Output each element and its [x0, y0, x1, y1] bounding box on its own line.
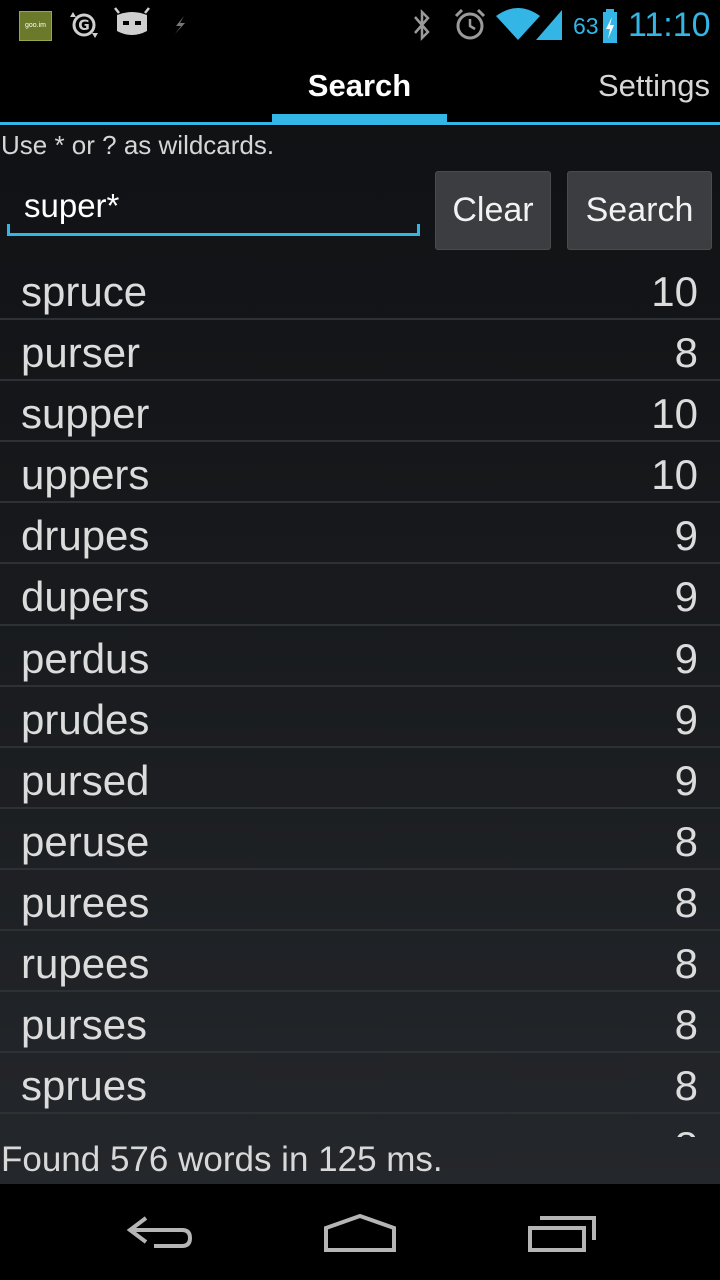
signal-icon — [536, 10, 562, 40]
search-button[interactable]: Search — [567, 171, 712, 250]
result-score: 10 — [651, 390, 698, 438]
result-score: 10 — [651, 268, 698, 315]
result-score: 8 — [674, 1062, 698, 1110]
result-word: prudes — [21, 695, 150, 743]
list-item[interactable]: purses 8 — [0, 992, 720, 1054]
tab-settings[interactable]: Settings — [598, 68, 710, 104]
tab-bar: Search Settings — [0, 50, 720, 126]
result-score: 8 — [674, 329, 698, 377]
list-item[interactable]: perdus 9 — [0, 626, 720, 687]
result-word: pursed — [21, 756, 150, 804]
result-score: 9 — [674, 573, 698, 621]
list-item[interactable]: rupees 8 — [0, 931, 720, 993]
input-underline-tick-left — [7, 224, 10, 236]
bluetooth-icon — [414, 8, 430, 42]
wildcard-hint: Use * or ? as wildcards. — [1, 130, 275, 160]
result-word: dupers — [21, 573, 150, 621]
sync-icon: G — [70, 12, 98, 38]
found-summary: Found 576 words in 125 ms. — [1, 1140, 443, 1179]
result-score: 8 — [674, 878, 698, 926]
back-icon[interactable] — [124, 1210, 196, 1254]
result-word: purses — [21, 1001, 148, 1049]
list-item[interactable]: drupes 9 — [0, 503, 720, 565]
goo-im-icon: goo.im — [19, 11, 52, 41]
battery-level-text: 63 — [573, 13, 599, 39]
svg-text:G: G — [78, 18, 90, 34]
tab-search[interactable]: Search — [272, 68, 447, 104]
result-word: sprues — [21, 1062, 148, 1110]
list-item[interactable]: 8 — [0, 1114, 720, 1137]
list-item[interactable]: pursed 9 — [0, 748, 720, 809]
result-score: 10 — [651, 451, 698, 499]
status-bar: goo.im G 63 11:10 — [0, 0, 720, 50]
recent-apps-icon[interactable] — [526, 1214, 598, 1254]
result-word: uppers — [21, 451, 150, 499]
result-score: 9 — [674, 512, 698, 560]
search-input[interactable] — [8, 178, 420, 236]
android-icon — [114, 7, 150, 35]
clear-button[interactable]: Clear — [435, 171, 551, 250]
list-item[interactable]: supper 10 — [0, 381, 720, 443]
app-content: Search Settings Use * or ? as wildcards.… — [0, 50, 720, 1184]
navigation-bar — [0, 1184, 720, 1280]
result-word: rupees — [21, 940, 150, 988]
list-item[interactable]: purser 8 — [0, 320, 720, 382]
list-item[interactable]: purees 8 — [0, 870, 720, 932]
result-word: drupes — [21, 512, 150, 560]
battery-icon — [603, 9, 617, 43]
list-item[interactable]: spruce 10 — [0, 259, 720, 321]
results-list[interactable]: spruce 10 purser 8 supper 10 uppers 10 drupe… — [0, 259, 720, 1137]
input-underline-tick-right — [417, 224, 420, 236]
result-word: purser — [21, 329, 141, 377]
alarm-icon — [454, 8, 486, 40]
list-item[interactable]: peruse 8 — [0, 809, 720, 870]
result-score: 9 — [674, 756, 698, 804]
result-score: 8 — [674, 940, 698, 988]
list-item[interactable]: uppers 10 — [0, 442, 720, 504]
list-item[interactable]: prudes 9 — [0, 687, 720, 748]
usb-icon — [175, 16, 185, 34]
result-word: spruce — [21, 268, 148, 315]
result-score: 9 — [674, 695, 698, 743]
list-item[interactable]: dupers 9 — [0, 564, 720, 626]
result-score: 8 — [674, 1001, 698, 1049]
list-item[interactable]: sprues 8 — [0, 1053, 720, 1115]
result-word: perdus — [21, 634, 150, 682]
result-score: 8 — [674, 817, 698, 865]
home-icon[interactable] — [322, 1212, 398, 1254]
result-word: supper — [21, 390, 150, 438]
result-word: peruse — [21, 817, 150, 865]
clock-text: 11:10 — [628, 6, 711, 44]
result-score: 8 — [675, 1123, 698, 1137]
tab-bar-underline — [0, 122, 720, 125]
result-score: 9 — [674, 634, 698, 682]
result-word: purees — [21, 878, 150, 926]
